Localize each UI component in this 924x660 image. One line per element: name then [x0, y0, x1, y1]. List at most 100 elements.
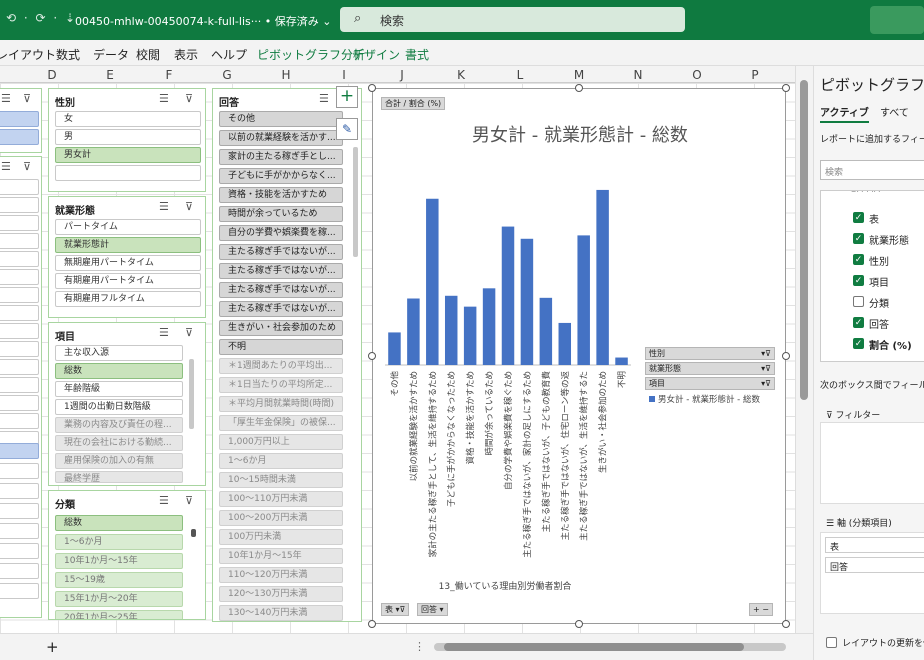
checkbox-unchecked[interactable] — [826, 637, 837, 648]
slicer-item[interactable] — [0, 129, 39, 145]
checkbox-checked[interactable]: ✓ — [853, 233, 864, 244]
resize-handle[interactable] — [368, 352, 376, 360]
slicer-item[interactable] — [0, 543, 39, 559]
col-header[interactable]: M — [574, 68, 584, 82]
slicer-item[interactable]: 100万円未満 — [219, 529, 343, 545]
col-header[interactable]: P — [751, 68, 758, 82]
slicer-scrollbar[interactable] — [353, 147, 358, 257]
tab-view[interactable]: 表示 — [174, 46, 198, 63]
slicer-item[interactable] — [0, 341, 39, 357]
slicer-item[interactable]: 業務の内容及び責任の程... — [55, 417, 183, 433]
legend-field-gender[interactable]: 性別 ▾⊽ — [645, 347, 775, 360]
chart-elements-button[interactable]: + — [336, 86, 358, 108]
col-header[interactable]: D — [47, 68, 56, 82]
multiselect-icon[interactable]: ☰ — [1, 92, 11, 105]
horizontal-scrollbar[interactable] — [434, 643, 786, 651]
slicer-item[interactable] — [0, 323, 39, 339]
multiselect-icon[interactable]: ☰ — [319, 92, 329, 105]
slicer-item[interactable]: 120～130万円未満 — [219, 586, 343, 602]
clear-filter-icon[interactable]: ⊽ — [185, 326, 193, 339]
slicer-item[interactable]: 10～15時間未満 — [219, 472, 343, 488]
zoom-buttons[interactable]: + − — [749, 603, 773, 616]
slicer-item[interactable]: 1,000万円以上 — [219, 434, 343, 450]
slicer-item[interactable]: 雇用保険の加入の有無 — [55, 453, 183, 469]
tab-pivotchart-analyze[interactable]: ピボットグラフ分析 — [257, 46, 365, 63]
slicer-item[interactable] — [0, 197, 39, 213]
col-header[interactable]: J — [400, 68, 404, 82]
slicer-item[interactable]: 1週間の出勤日数階級 — [55, 399, 183, 415]
slicer-item[interactable] — [0, 523, 39, 539]
checkbox-checked[interactable]: ✓ — [853, 317, 864, 328]
checkbox-unchecked[interactable] — [853, 296, 864, 307]
col-header[interactable]: N — [634, 68, 643, 82]
tab-data[interactable]: データ — [93, 46, 129, 63]
slicer-item[interactable]: 有期雇用パートタイム — [55, 273, 201, 289]
slicer-item[interactable]: 110～120万円未満 — [219, 567, 343, 583]
multiselect-icon[interactable]: ☰ — [159, 326, 169, 339]
checkbox-checked[interactable]: ✓ — [853, 254, 864, 265]
pane-tab-all[interactable]: すべて — [880, 104, 909, 119]
axis-field-chip[interactable]: 表 — [825, 537, 924, 553]
slicer-item[interactable]: 年齢階級 — [55, 381, 183, 397]
slicer-item[interactable]: 1～6か月 — [219, 453, 343, 469]
clear-filter-icon[interactable]: ⊽ — [23, 160, 31, 173]
slicer-item[interactable]: 最終学歴 — [55, 471, 183, 483]
slicer-item[interactable]: 20年1か月～25年 — [55, 610, 183, 619]
multiselect-icon[interactable]: ☰ — [159, 200, 169, 213]
clear-filter-icon[interactable]: ⊽ — [23, 92, 31, 105]
slicer-item[interactable] — [0, 395, 39, 411]
more-icon[interactable]: ⋮ — [414, 640, 425, 653]
slicer-item-empty[interactable] — [55, 165, 201, 181]
quick-access-toolbar[interactable]: ⟲ · ⟳ · ⇣ — [6, 11, 77, 25]
slicer-item[interactable] — [0, 443, 39, 459]
col-header[interactable]: G — [222, 68, 231, 82]
slicer-item[interactable]: 10年1か月～15年 — [55, 553, 183, 569]
slicer-item[interactable]: 不明 — [219, 339, 343, 355]
scroll-thumb[interactable] — [444, 643, 744, 651]
resize-handle[interactable] — [782, 84, 790, 92]
slicer-item[interactable] — [0, 287, 39, 303]
multiselect-icon[interactable]: ☰ — [1, 160, 11, 173]
slicer-item-selected[interactable]: 就業形態計 — [55, 237, 201, 253]
tab-layout[interactable]: レイアウト — [0, 46, 56, 63]
col-header[interactable]: O — [692, 68, 701, 82]
filter-drop-area[interactable] — [820, 422, 924, 504]
slicer-item[interactable]: 現在の会社における勤続... — [55, 435, 183, 451]
slicer-item[interactable]: 無期雇用パートタイム — [55, 255, 201, 271]
col-header[interactable]: I — [342, 68, 346, 82]
slicer-item[interactable] — [0, 179, 39, 195]
search-box[interactable]: ⌕ 検索 — [340, 7, 685, 32]
slicer-item[interactable]: 130～140万円未満 — [219, 605, 343, 621]
slicer-item[interactable]: 主な収入源 — [55, 345, 183, 361]
pivot-chart[interactable]: 合計 / 割合 (%) 男女計 - 就業形態計 - 総数 13_働いている理由別労… — [372, 88, 786, 624]
clear-filter-icon[interactable]: ⊽ — [185, 200, 193, 213]
clear-filter-icon[interactable]: ⊽ — [185, 92, 193, 105]
slicer-item[interactable]: 主たる稼ぎ手ではないが... — [219, 263, 343, 279]
axis-field-chip[interactable]: 回答 — [825, 557, 924, 573]
col-header[interactable]: H — [281, 68, 290, 82]
scroll-thumb[interactable] — [800, 80, 808, 400]
slicer-item[interactable] — [0, 413, 39, 429]
slicer-item[interactable] — [0, 111, 39, 127]
slicer-item[interactable]: 15年1か月～20年 — [55, 591, 183, 607]
resize-handle[interactable] — [575, 620, 583, 628]
slicer-item[interactable]: その他 — [219, 111, 343, 127]
slicer-item-selected[interactable]: 総数 — [55, 515, 183, 531]
resize-handle[interactable] — [368, 620, 376, 628]
tab-review[interactable]: 校閲 — [136, 46, 160, 63]
checkbox-checked[interactable]: ✓ — [853, 275, 864, 286]
resize-handle[interactable] — [368, 84, 376, 92]
legend-field-employment[interactable]: 就業形態 ▾⊽ — [645, 362, 775, 375]
slicer-item[interactable]: 100～110万円未満 — [219, 491, 343, 507]
col-header[interactable]: K — [457, 68, 465, 82]
vertical-scrollbar[interactable] — [795, 66, 813, 633]
multiselect-icon[interactable]: ☰ — [159, 92, 169, 105]
chart-styles-brush-icon[interactable]: ✎ — [336, 118, 358, 140]
slicer-item[interactable]: 有期雇用フルタイム — [55, 291, 201, 307]
slicer-item[interactable] — [0, 305, 39, 321]
slicer-item[interactable]: 以前の就業経験を活かす... — [219, 130, 343, 146]
slicer-item[interactable]: パートタイム — [55, 219, 201, 235]
slicer-item[interactable]: 10年1か月～15年 — [219, 548, 343, 564]
multiselect-icon[interactable]: ☰ — [159, 494, 169, 507]
checkbox-checked[interactable]: ✓ — [853, 338, 864, 349]
